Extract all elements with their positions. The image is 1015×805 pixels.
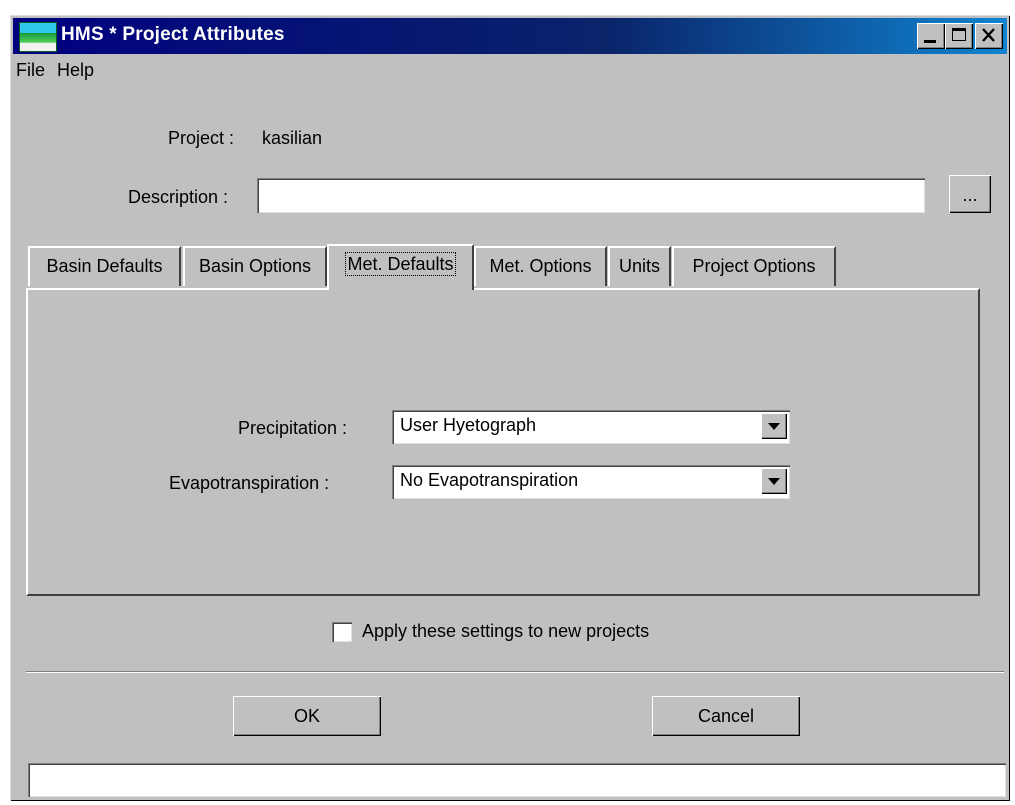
chevron-down-icon xyxy=(768,423,780,430)
project-name: kasilian xyxy=(262,128,323,148)
apply-settings-checkbox[interactable] xyxy=(332,622,352,642)
tab-basin-options[interactable]: Basin Options xyxy=(183,246,327,286)
tab-units[interactable]: Units xyxy=(608,246,671,286)
close-button[interactable] xyxy=(975,23,1003,49)
menu-file[interactable]: File xyxy=(16,60,45,81)
divider xyxy=(26,671,1004,673)
project-attributes-window: HMS * Project Attributes File Help Proje… xyxy=(10,15,1010,801)
description-input[interactable] xyxy=(257,178,925,213)
evapotranspiration-dropdown-button[interactable] xyxy=(761,468,787,494)
tab-met-options[interactable]: Met. Options xyxy=(474,246,607,286)
precipitation-label: Precipitation : xyxy=(238,418,348,438)
tab-project-options[interactable]: Project Options xyxy=(672,246,836,286)
minimize-button[interactable] xyxy=(917,23,945,49)
cancel-button[interactable]: Cancel xyxy=(652,696,800,736)
description-browse-button[interactable]: ... xyxy=(949,175,991,213)
evapotranspiration-select[interactable]: No Evapotranspiration xyxy=(392,465,790,499)
evapotranspiration-value: No Evapotranspiration xyxy=(400,470,579,490)
evapotranspiration-label: Evapotranspiration : xyxy=(169,473,330,493)
chevron-down-icon xyxy=(768,478,780,485)
precipitation-select[interactable]: User Hyetograph xyxy=(392,410,790,444)
close-icon xyxy=(982,28,995,42)
maximize-icon xyxy=(952,28,966,41)
maximize-button[interactable] xyxy=(945,23,973,49)
tab-basin-defaults[interactable]: Basin Defaults xyxy=(28,246,181,286)
project-label: Project : xyxy=(168,128,235,148)
window-title: HMS * Project Attributes xyxy=(61,24,285,45)
ok-button[interactable]: OK xyxy=(233,696,381,736)
title-bar[interactable]: HMS * Project Attributes xyxy=(13,18,1007,54)
met-defaults-panel: Precipitation : User Hyetograph Evapotra… xyxy=(26,288,980,596)
apply-settings-label: Apply these settings to new projects xyxy=(362,621,650,641)
tab-met-defaults[interactable]: Met. Defaults xyxy=(327,244,474,290)
description-label: Description : xyxy=(128,187,229,207)
menu-help[interactable]: Help xyxy=(57,60,94,81)
minimize-icon xyxy=(924,40,936,43)
precipitation-value: User Hyetograph xyxy=(400,415,537,435)
status-bar xyxy=(28,763,1006,797)
precipitation-dropdown-button[interactable] xyxy=(761,413,787,439)
hms-app-icon xyxy=(19,22,57,52)
